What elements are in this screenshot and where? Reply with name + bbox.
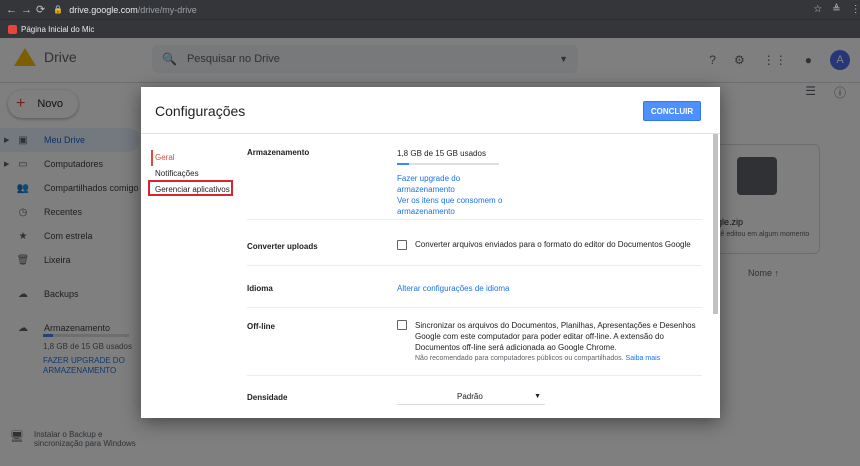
- density-value: Padrão: [457, 392, 483, 401]
- bookmark-item[interactable]: Página Inicial do Mic: [21, 25, 94, 34]
- address-bar[interactable]: 🔒 drive.google.com/drive/my-drive: [53, 2, 813, 18]
- settings-tab-general[interactable]: Geral: [151, 150, 235, 166]
- upgrade-storage-link[interactable]: Fazer upgrade do armazenamento: [397, 173, 517, 195]
- offline-label: Off-line: [247, 322, 275, 331]
- reload-icon[interactable]: ⟳: [36, 3, 45, 16]
- convert-uploads-text: Converter arquivos enviados para o forma…: [415, 240, 691, 250]
- menu-icon[interactable]: ⋮: [851, 4, 860, 15]
- chevron-down-icon: ▼: [534, 393, 541, 400]
- offline-checkbox[interactable]: [397, 320, 407, 330]
- convert-uploads-checkbox[interactable]: [397, 240, 407, 250]
- convert-uploads-label: Converter uploads: [247, 242, 318, 251]
- dialog-scrollbar[interactable]: [713, 134, 718, 314]
- settings-dialog: Configurações CONCLUIR Geral Notificaçõe…: [141, 87, 720, 418]
- bookmarks-bar: Página Inicial do Mic: [0, 19, 860, 38]
- density-label: Densidade: [247, 393, 288, 402]
- manage-apps-highlight-box: [148, 180, 233, 196]
- setting-row-storage: Armazenamento 1,8 GB de 15 GB usados Faz…: [247, 134, 702, 220]
- done-button[interactable]: CONCLUIR: [643, 101, 701, 121]
- office-icon: [8, 24, 17, 34]
- learn-more-link[interactable]: Saiba mais: [626, 355, 661, 362]
- language-label: Idioma: [247, 284, 273, 293]
- back-icon[interactable]: ←: [6, 4, 17, 16]
- browser-chrome: ← → ⟳ 🔒 drive.google.com/drive/my-drive …: [0, 0, 860, 38]
- storage-usage: 1,8 GB de 15 GB usados: [397, 149, 486, 158]
- offline-note: Não recomendado para computadores públic…: [415, 355, 624, 362]
- url-host: drive.google.com: [69, 4, 138, 15]
- storage-label: Armazenamento: [247, 148, 310, 157]
- browser-toolbar: ← → ⟳ 🔒 drive.google.com/drive/my-drive …: [0, 0, 860, 19]
- bookmark-star-icon[interactable]: ☆: [813, 4, 822, 15]
- lock-icon: 🔒: [53, 5, 64, 14]
- forward-icon[interactable]: →: [21, 4, 32, 16]
- storage-usage-bar: [397, 163, 499, 165]
- url-path: /drive/my-drive: [137, 4, 197, 15]
- settings-content: Armazenamento 1,8 GB de 15 GB usados Faz…: [247, 134, 707, 418]
- offline-text: Sincronizar os arquivos do Documentos, P…: [415, 321, 696, 352]
- density-select[interactable]: Padrão ▼: [397, 389, 545, 405]
- view-storage-items-link[interactable]: Ver os itens que consomem o armazenament…: [397, 195, 517, 217]
- storage-usage-fill: [397, 163, 410, 165]
- change-language-link[interactable]: Alterar configurações de idioma: [397, 284, 510, 293]
- extensions-icon[interactable]: ≜: [832, 4, 840, 15]
- dialog-title: Configurações: [155, 103, 246, 119]
